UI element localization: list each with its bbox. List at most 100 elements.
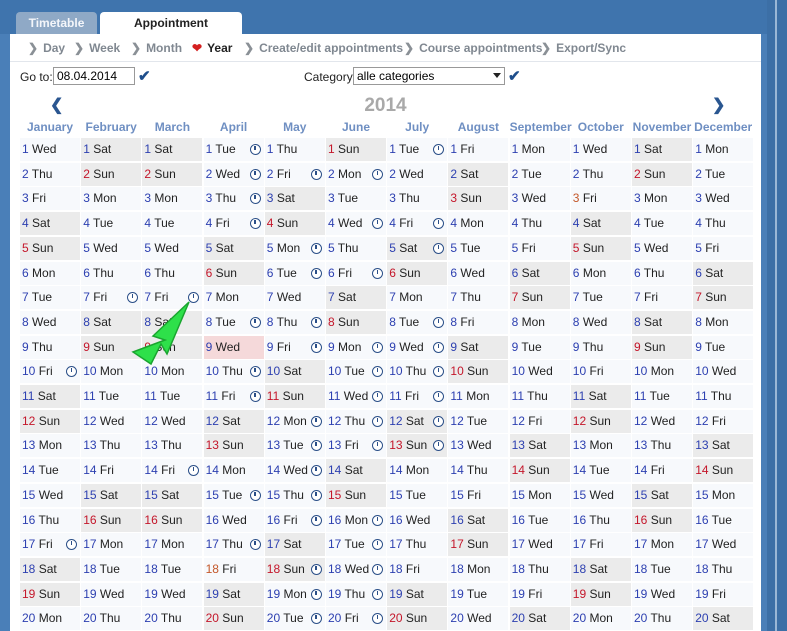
day-cell[interactable]: 15 Sat (142, 483, 203, 507)
day-cell[interactable]: 11 Sun (264, 385, 325, 408)
day-cell[interactable]: 18 Fri (387, 557, 448, 581)
day-cell[interactable]: 8 Sun (326, 310, 386, 334)
day-cell[interactable]: 16 Wed (387, 508, 448, 532)
day-cell[interactable]: 11 Tue (632, 385, 692, 408)
day-cell[interactable]: 4 Sat (20, 212, 80, 236)
day-cell[interactable]: 18 Thu (693, 557, 754, 581)
day-cell[interactable]: 8 Sat (632, 310, 692, 334)
day-cell[interactable]: 11 Tue (142, 385, 203, 408)
day-cell[interactable]: 12 Thu (326, 409, 386, 433)
clock-icon[interactable] (372, 563, 383, 575)
day-cell[interactable]: 12 Wed (81, 409, 142, 433)
day-cell[interactable]: 14 Fri (142, 459, 203, 483)
day-cell[interactable]: 4 Sat (570, 212, 631, 236)
clock-icon[interactable] (310, 514, 322, 526)
day-cell[interactable]: 5 Fri (509, 236, 570, 260)
day-cell[interactable]: 2 Wed (203, 162, 264, 186)
clock-icon[interactable] (372, 168, 383, 180)
day-cell[interactable]: 19 Tue (448, 582, 509, 606)
day-cell[interactable]: 14 Sat (326, 459, 386, 483)
day-cell[interactable]: 3 Wed (509, 187, 570, 211)
day-cell[interactable]: 3 Sat (264, 187, 325, 211)
day-cell[interactable]: 20 Tue (264, 607, 325, 631)
day-cell[interactable]: 18 Sat (570, 557, 631, 581)
day-cell[interactable]: 1 Fri (448, 138, 509, 161)
day-cell[interactable]: 20 Mon (20, 607, 80, 631)
day-cell[interactable]: 5 Sat (387, 236, 448, 260)
day-cell[interactable]: 4 Tue (632, 212, 692, 236)
clock-icon[interactable] (66, 366, 77, 378)
day-cell[interactable]: 12 Fri (509, 409, 570, 433)
day-cell[interactable]: 7 Fri (632, 286, 692, 310)
day-cell[interactable]: 15 Thu (264, 483, 325, 507)
day-cell[interactable]: 7 Mon (387, 286, 448, 310)
day-cell[interactable]: 12 Tue (448, 409, 509, 433)
day-cell[interactable]: 6 Fri (326, 261, 386, 285)
day-cell[interactable]: 6 Mon (20, 261, 80, 285)
day-cell[interactable]: 16 Sun (632, 508, 692, 532)
day-cell[interactable]: 4 Thu (693, 212, 754, 236)
clock-icon[interactable] (372, 514, 383, 526)
clock-icon[interactable] (433, 316, 445, 328)
day-cell[interactable]: 5 Wed (142, 236, 203, 260)
month-header-february[interactable]: February (81, 120, 141, 136)
day-cell[interactable]: 19 Sun (570, 582, 631, 606)
day-cell[interactable]: 3 Wed (693, 187, 754, 211)
day-cell[interactable]: 5 Thu (326, 236, 386, 260)
day-cell[interactable]: 5 Sat (203, 236, 264, 260)
day-cell[interactable]: 12 Mon (264, 409, 325, 433)
day-cell[interactable]: 4 Fri (387, 212, 448, 236)
day-cell[interactable]: 8 Tue (203, 310, 264, 334)
day-cell[interactable]: 10 Mon (632, 360, 692, 384)
goto-date-input[interactable]: 08.04.2014 (53, 67, 135, 85)
day-cell[interactable]: 7 Mon (203, 286, 264, 310)
day-cell[interactable]: 13 Mon (570, 434, 631, 458)
clock-icon[interactable] (433, 242, 445, 254)
day-cell[interactable]: 10 Wed (693, 360, 754, 384)
day-cell[interactable]: 18 Tue (142, 557, 203, 581)
day-cell[interactable]: 7 Tue (570, 286, 631, 310)
day-cell[interactable]: 17 Sun (448, 533, 509, 557)
nav-day[interactable]: ❯ Day (28, 41, 65, 55)
day-cell[interactable]: 2 Fri (264, 162, 325, 186)
day-cell[interactable]: 17 Wed (693, 533, 754, 557)
day-cell[interactable]: 11 Thu (509, 385, 570, 408)
day-cell[interactable]: 2 Thu (570, 162, 631, 186)
clock-icon[interactable] (372, 613, 383, 625)
day-cell[interactable]: 5 Wed (81, 236, 142, 260)
day-cell[interactable]: 9 Thu (570, 335, 631, 359)
day-cell[interactable]: 18 Mon (448, 557, 509, 581)
day-cell[interactable]: 6 Wed (448, 261, 509, 285)
day-cell[interactable]: 5 Tue (448, 236, 509, 260)
day-cell[interactable]: 3 Fri (20, 187, 80, 211)
day-cell[interactable]: 2 Tue (693, 162, 754, 186)
day-cell[interactable]: 3 Thu (203, 187, 264, 211)
day-cell[interactable]: 10 Sun (448, 360, 509, 384)
month-header-december[interactable]: December (693, 120, 753, 136)
day-cell[interactable]: 9 Tue (509, 335, 570, 359)
day-cell[interactable]: 11 Sat (570, 385, 631, 408)
category-select[interactable]: alle categories (353, 67, 505, 85)
day-cell[interactable]: 16 Wed (203, 508, 264, 532)
day-cell[interactable]: 12 Fri (693, 409, 754, 433)
clock-icon[interactable] (310, 242, 322, 254)
day-cell[interactable]: 6 Mon (570, 261, 631, 285)
day-cell[interactable]: 13 Sun (203, 434, 264, 458)
day-cell[interactable]: 14 Wed (264, 459, 325, 483)
day-cell[interactable]: 18 Sun (264, 557, 325, 581)
day-cell[interactable]: 13 Fri (326, 434, 386, 458)
day-cell[interactable]: 1 Mon (509, 138, 570, 161)
clock-icon[interactable] (310, 588, 322, 600)
day-cell[interactable]: 17 Wed (509, 533, 570, 557)
day-cell[interactable]: 14 Thu (448, 459, 509, 483)
nav-create-edit-appointments[interactable]: ❯ Create/edit appointments (244, 41, 403, 55)
day-cell[interactable]: 1 Thu (264, 138, 325, 161)
day-cell[interactable]: 14 Tue (570, 459, 631, 483)
day-cell[interactable]: 15 Tue (387, 483, 448, 507)
day-cell[interactable]: 15 Tue (203, 483, 264, 507)
day-cell[interactable]: 13 Wed (448, 434, 509, 458)
day-cell[interactable]: 3 Sun (448, 187, 509, 211)
day-cell[interactable]: 18 Tue (632, 557, 692, 581)
day-cell[interactable]: 3 Thu (387, 187, 448, 211)
day-cell[interactable]: 12 Sat (387, 409, 448, 433)
